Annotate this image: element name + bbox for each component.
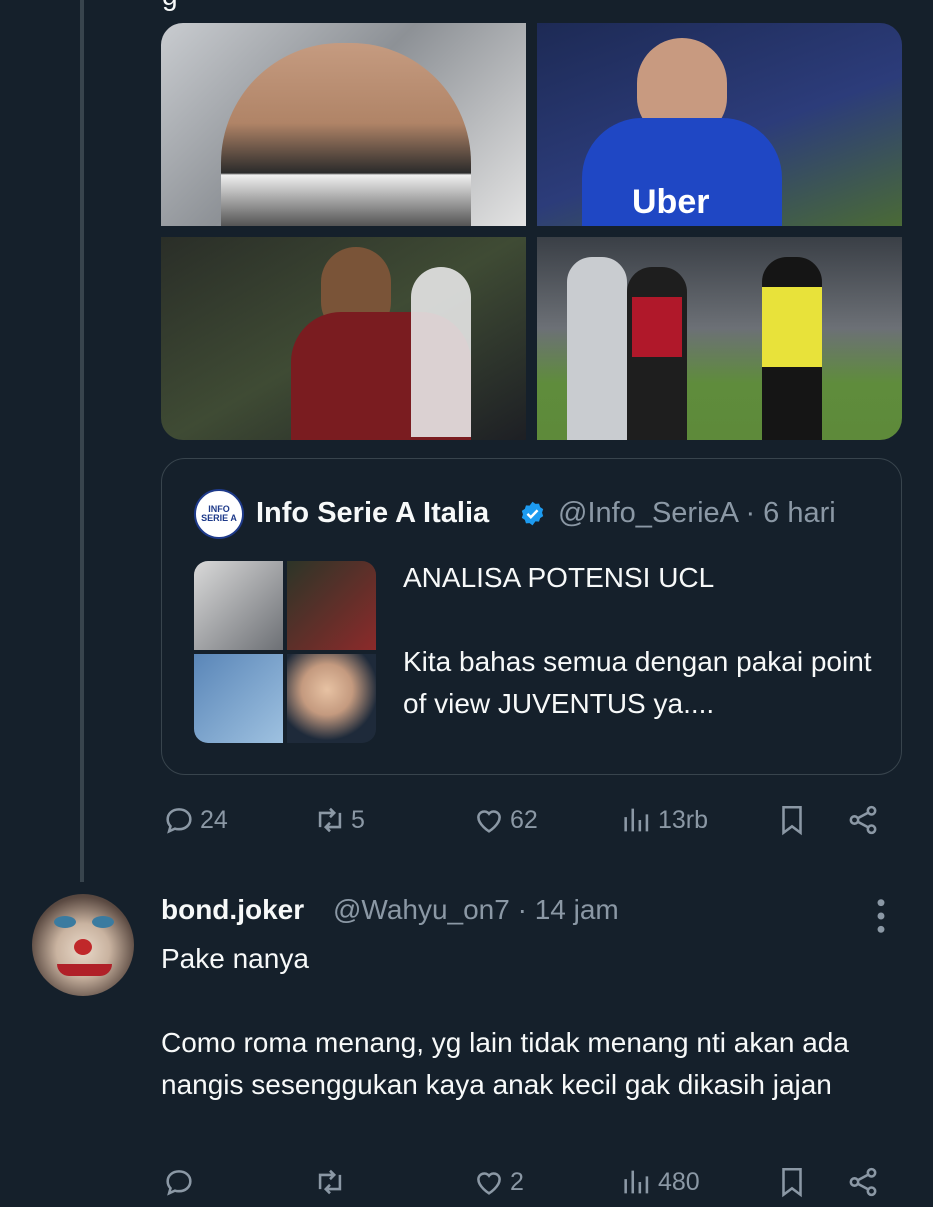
bookmark-icon: [782, 1167, 802, 1198]
reply-icon: [166, 1170, 192, 1196]
quoted-author-name[interactable]: Info Serie A Italia: [256, 497, 489, 530]
reply-count: 24: [200, 805, 228, 834]
reply-icon: [166, 808, 192, 834]
view-count: 480: [658, 1167, 700, 1196]
post-media-grid: Uber: [161, 23, 902, 440]
reply-button[interactable]: 24: [162, 803, 228, 837]
reply-button[interactable]: [162, 1165, 200, 1199]
media-photo-1[interactable]: [161, 23, 526, 226]
reply-post-text: Pake nanya Como roma menang, yg lain tid…: [161, 943, 849, 1100]
repost-count: 5: [351, 805, 365, 834]
reply-action-bar: 2 480: [0, 1165, 933, 1207]
repost-icon: [318, 1169, 342, 1195]
shirt-sponsor-text: Uber: [632, 183, 710, 221]
heart-icon: [477, 810, 501, 833]
quoted-author-avatar[interactable]: INFO SERIE A: [194, 489, 244, 539]
reply-author-avatar[interactable]: [32, 894, 134, 996]
analytics-icon: [624, 1170, 649, 1194]
quoted-post-text: ANALISA POTENSI UCL Kita bahas semua den…: [403, 562, 872, 719]
reply-author-name[interactable]: bond.joker: [161, 894, 304, 926]
thread-connector-line: [80, 0, 84, 882]
share-icon: [849, 1167, 877, 1197]
bookmark-button[interactable]: [775, 1165, 809, 1199]
previous-text-fragment: g: [162, 0, 178, 12]
views-button[interactable]: 13rb: [620, 803, 708, 837]
like-count: 2: [510, 1167, 524, 1196]
like-button[interactable]: 2: [472, 1165, 524, 1199]
reply-handle-time: @Wahyu_on7 · 14 jam: [333, 894, 619, 925]
more-options-icon[interactable]: [866, 896, 896, 936]
like-count: 62: [510, 805, 538, 834]
share-icon: [849, 805, 877, 835]
bookmark-icon: [782, 805, 802, 836]
repost-button[interactable]: 5: [313, 803, 365, 837]
quoted-handle-time: @Info_SerieA · 6 hari: [558, 497, 836, 529]
bookmark-button[interactable]: [775, 803, 809, 837]
verified-badge-icon: [521, 501, 544, 526]
like-button[interactable]: 62: [472, 803, 538, 837]
quoted-post-card[interactable]: INFO SERIE A Info Serie A Italia @Info_S…: [161, 458, 902, 775]
share-button[interactable]: [846, 803, 880, 837]
media-photo-4[interactable]: [537, 237, 902, 440]
heart-icon: [477, 1172, 501, 1195]
media-photo-2[interactable]: Uber: [537, 23, 902, 226]
share-button[interactable]: [846, 1165, 880, 1199]
post-action-bar: 24 5 62 13rb: [0, 803, 933, 845]
views-button[interactable]: 480: [620, 1165, 700, 1199]
repost-icon: [318, 807, 342, 833]
view-count: 13rb: [658, 805, 709, 834]
quoted-thumbnail-collage: [194, 561, 376, 743]
repost-button[interactable]: [313, 1165, 351, 1199]
analytics-icon: [624, 808, 649, 832]
media-photo-3[interactable]: [161, 237, 526, 440]
